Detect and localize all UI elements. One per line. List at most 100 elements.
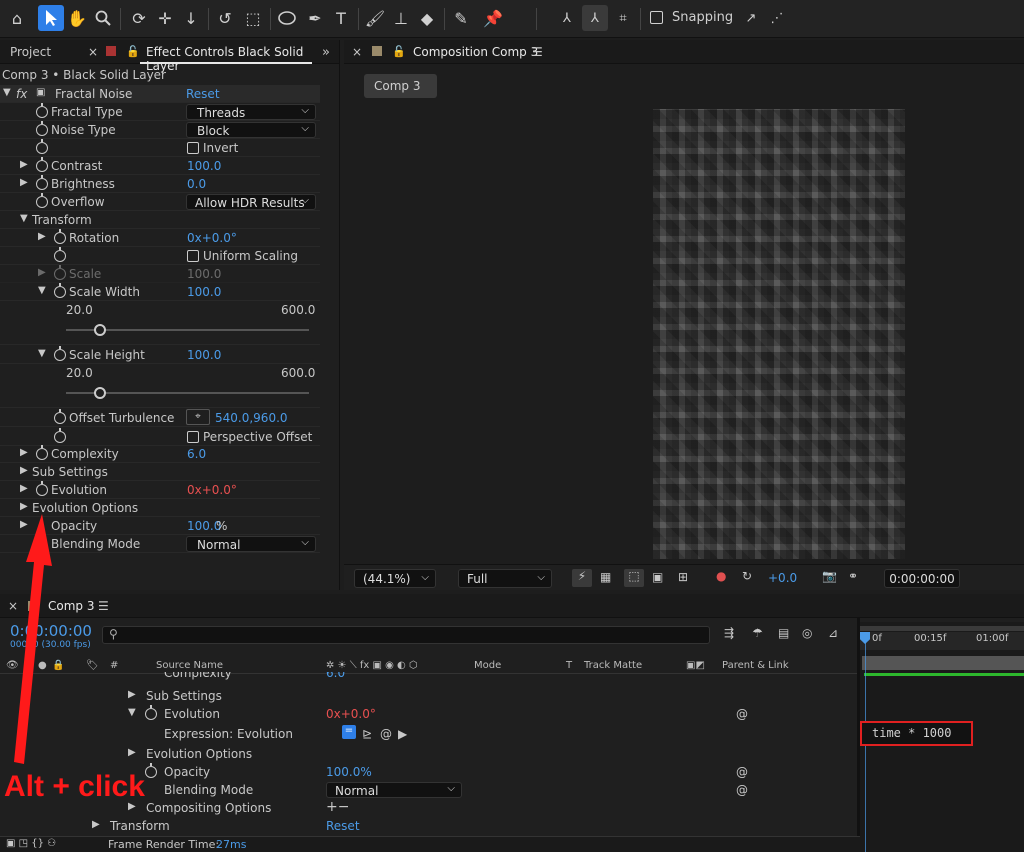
close-icon[interactable]: × [352,45,362,59]
row-value[interactable]: 100.0% [326,765,372,779]
stopwatch-icon[interactable] [54,247,66,262]
region-of-interest-icon[interactable]: ▣ [652,570,663,584]
close-icon[interactable]: × [88,45,98,59]
eraser-icon[interactable]: ◆ [414,5,440,31]
lock-icon[interactable]: 🔓 [126,45,140,58]
expand-icon[interactable]: ▶ [128,689,136,700]
scale-width-slider-knob[interactable] [94,324,107,336]
graph-editor-icon[interactable]: ⊿ [828,626,838,640]
row-value[interactable]: 0x+0.0° [326,707,376,721]
transparency-grid-icon[interactable]: ▦ [600,570,611,584]
expand-icon[interactable]: ▶ [20,465,28,476]
home-icon[interactable]: ⌂ [4,5,30,31]
stopwatch-icon[interactable] [54,409,66,424]
close-icon[interactable]: × [8,599,18,613]
stopwatch-icon[interactable] [54,428,66,443]
pen-icon[interactable]: ✒ [302,5,328,31]
collapse-icon[interactable]: ▼ [128,707,136,718]
roto-brush-icon[interactable]: ✎ [448,5,474,31]
stopwatch-icon[interactable] [54,283,66,298]
expression-language-menu-icon[interactable]: ▶ [398,727,407,741]
label-icon[interactable]: 🏷 [86,660,99,671]
panel-menu-icon[interactable]: ☰ [532,45,543,59]
expression-enable-icon[interactable]: = [342,725,356,739]
expand-icon[interactable]: ▶ [38,267,46,278]
invert-checkbox[interactable] [187,142,199,154]
perspective-offset-checkbox[interactable] [187,431,199,443]
collapse-icon[interactable]: ▼ [38,285,46,296]
overflow-dropdown[interactable]: Allow HDR Results ⌵ [186,194,316,210]
stopwatch-icon[interactable] [54,229,66,244]
stopwatch-icon[interactable] [54,346,66,361]
time-ruler[interactable]: 0f 00:15f 01:00f [860,632,1024,650]
timeline-search-input[interactable]: ⚲ [102,626,710,644]
ellipse-icon[interactable] [274,5,300,31]
exposure-reset-icon[interactable]: ↻ [742,569,752,583]
stopwatch-icon[interactable] [54,265,66,280]
comp-navigator-button[interactable]: Comp 3 [364,74,437,98]
region-icon[interactable]: ⬚ [240,5,266,31]
brush-icon[interactable]: 🖌 [362,5,388,31]
expand-icon[interactable]: ▶ [20,501,28,512]
collapse-icon[interactable]: ▼ [20,213,28,224]
exposure-value[interactable]: +0.0 [768,571,797,585]
lock-icon[interactable]: 🔒 [52,660,64,671]
stopwatch-icon[interactable] [36,103,48,118]
effect-header-row[interactable]: ▼ fx ▣ Fractal Noise Reset [0,85,320,103]
expand-icon[interactable]: ▶ [20,177,28,188]
orbit-icon[interactable]: ⟳ [126,5,152,31]
uniform-scaling-checkbox[interactable] [187,250,199,262]
complexity-value[interactable]: 6.0 [187,447,206,461]
zoom-dropdown[interactable]: (44.1%) ⌵ [354,569,436,588]
snap-feather-icon[interactable]: ↗ [738,5,764,31]
fractal-type-dropdown[interactable]: Threads ⌵ [186,104,316,120]
snapping-checkbox[interactable] [650,11,663,24]
zoom-icon[interactable] [90,5,116,31]
lock-icon[interactable]: 🔓 [392,45,406,58]
brightness-value[interactable]: 0.0 [187,177,206,191]
offset-value[interactable]: 540.0,960.0 [215,411,288,425]
row-value[interactable]: 6.0 [326,672,345,680]
draft-3d-icon[interactable]: ☂ [752,626,763,640]
blending-mode-dropdown[interactable]: Normal ⌵ [186,536,316,552]
motion-blur-icon[interactable]: ◎ [802,626,812,640]
column-parent-link[interactable]: Parent & Link [722,660,789,671]
stopwatch-icon[interactable] [36,157,48,172]
pick-whip-icon[interactable]: @ [736,707,748,721]
expand-icon[interactable]: ▶ [20,483,28,494]
expand-icon[interactable]: ▶ [128,747,136,758]
collapse-icon[interactable]: ▼ [38,348,46,359]
scale-height-slider-knob[interactable] [94,387,107,399]
type-icon[interactable]: T [328,5,354,31]
stopwatch-icon[interactable] [36,481,48,496]
panel-menu-icon[interactable]: ☰ [98,599,109,613]
layer-bar[interactable] [862,656,1024,670]
show-snapshot-icon[interactable]: ⚭ [848,569,858,583]
column-source-name[interactable]: Source Name [156,660,223,671]
stopwatch-icon[interactable] [36,175,48,190]
axis-world-icon[interactable]: ⅄ [582,5,608,31]
stopwatch-icon[interactable] [36,139,48,154]
expand-icon[interactable]: ▶ [92,819,100,830]
expression-graph-icon[interactable]: ⊵ [362,727,372,741]
resolution-dropdown[interactable]: Full ⌵ [458,569,552,588]
solo-icon[interactable]: ● [38,660,47,671]
collapse-icon[interactable]: ▼ [3,87,11,98]
column-track-matte[interactable]: Track Matte [584,660,642,671]
axis-view-icon[interactable]: ⌗ [610,5,636,31]
panel-overflow-icon[interactable]: » [322,45,330,60]
pan-icon[interactable]: ✛ [152,5,178,31]
noise-type-dropdown[interactable]: Block ⌵ [186,122,316,138]
pick-whip-icon[interactable]: @ [736,783,748,797]
contrast-value[interactable]: 100.0 [187,159,221,173]
grid-guides-icon[interactable]: ⊞ [678,570,688,584]
current-time-display[interactable]: 0:00:00:00 [10,622,92,640]
mask-visibility-icon[interactable]: ⬚ [624,569,644,587]
clone-stamp-icon[interactable]: ⊥ [388,5,414,31]
stopwatch-icon[interactable] [145,763,157,778]
expand-icon[interactable]: ▶ [38,231,46,242]
snap-grid-icon[interactable]: ⋰ [764,5,790,31]
column-mode[interactable]: Mode [474,660,501,671]
rotation-value[interactable]: 0x+0.0° [187,231,237,245]
evolution-value[interactable]: 0x+0.0° [187,483,237,497]
